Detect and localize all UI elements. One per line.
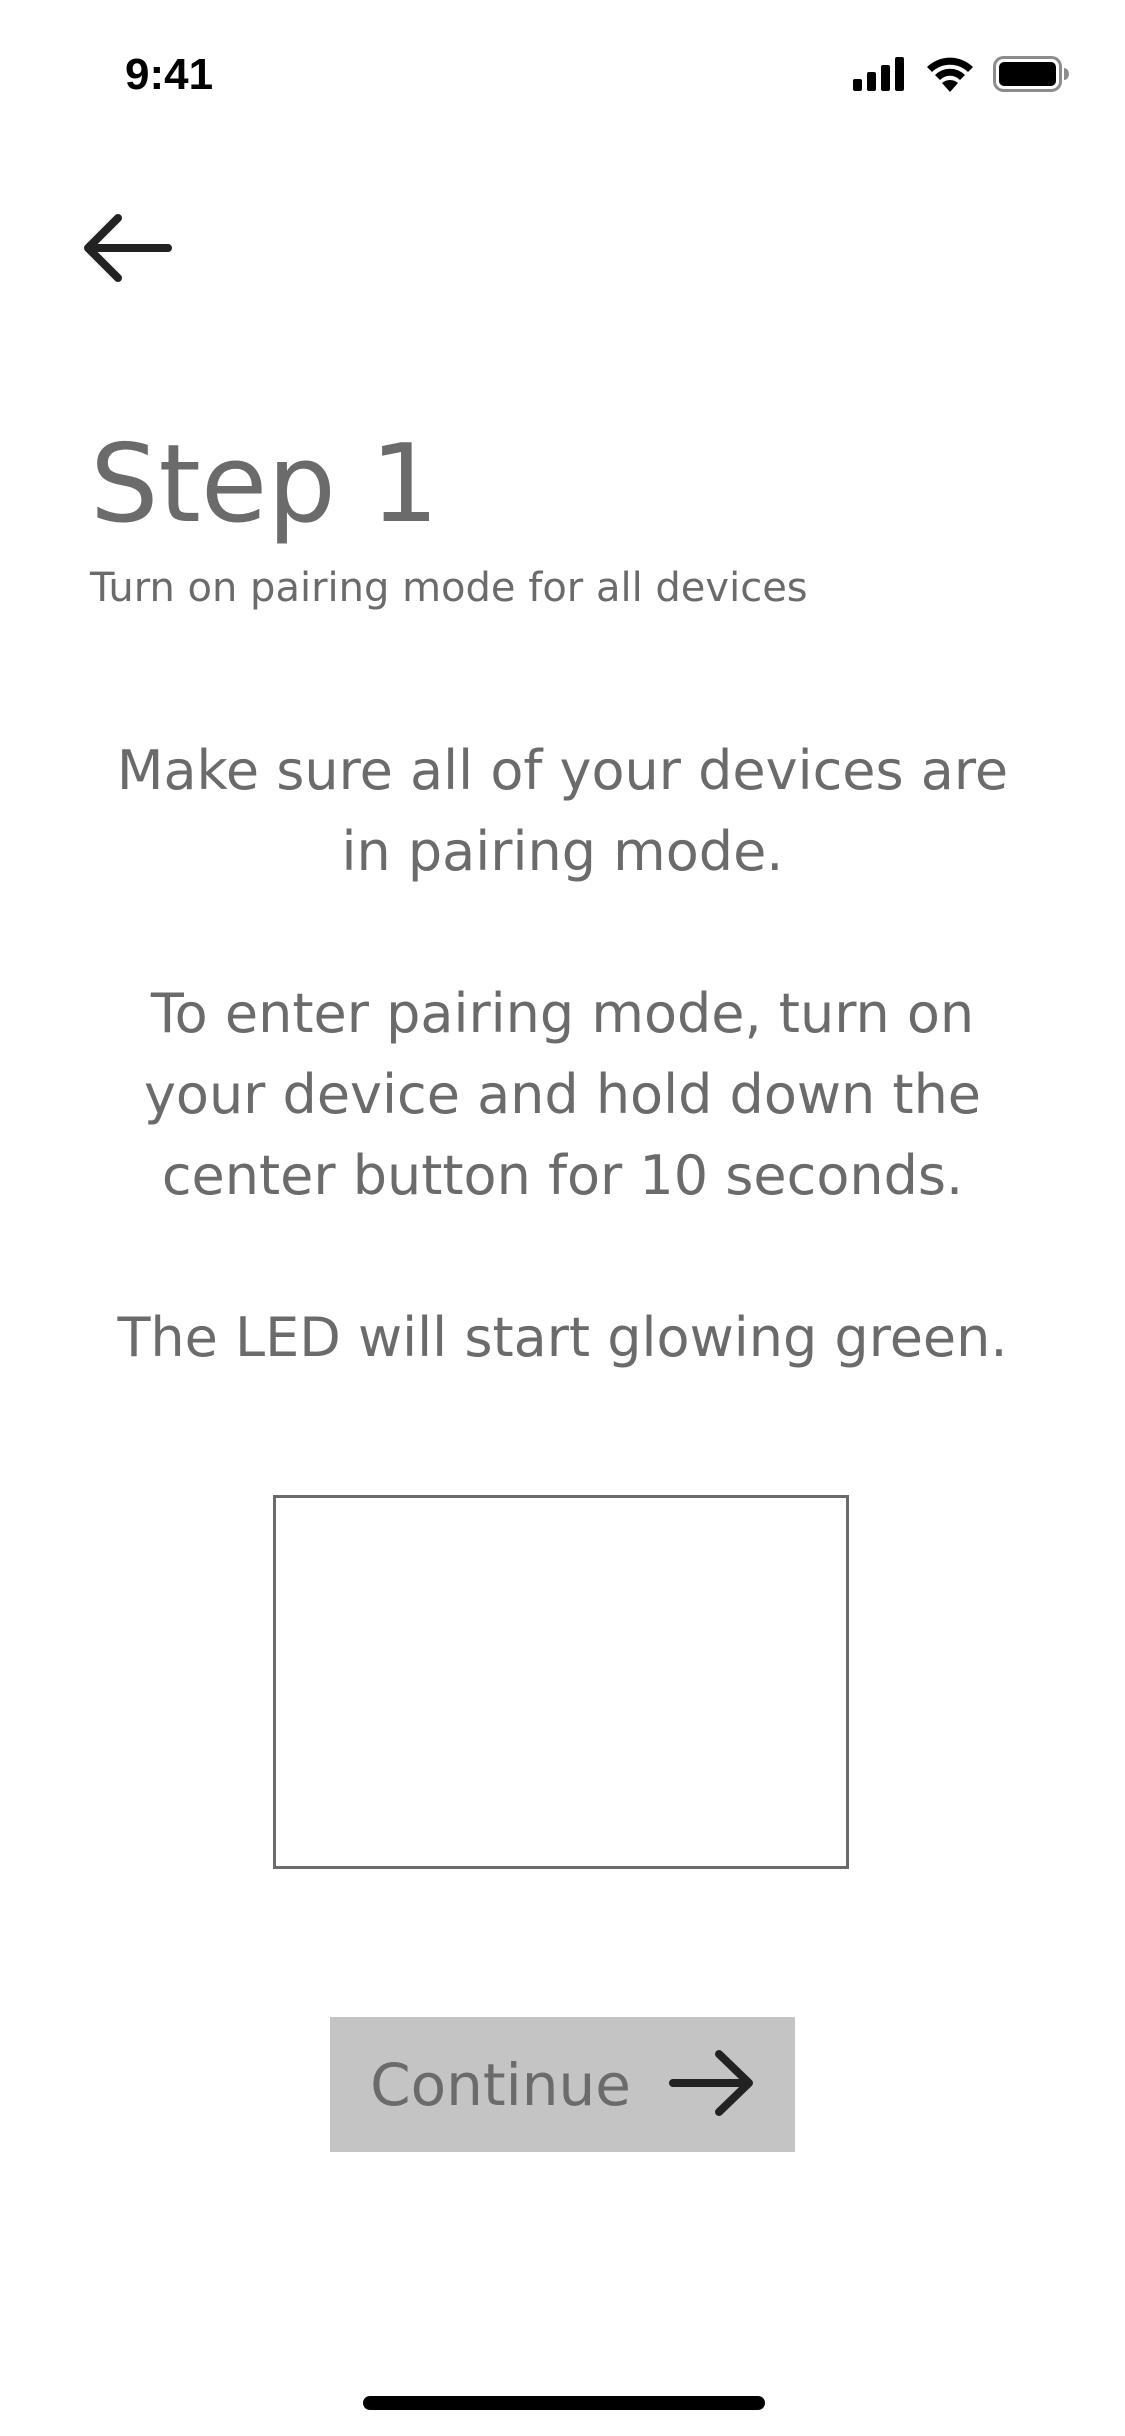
arrow-left-icon (82, 212, 172, 288)
status-bar: 9:41 (0, 0, 1125, 140)
wifi-icon (925, 56, 975, 96)
status-time: 9:41 (125, 50, 214, 99)
illustration-placeholder (273, 1495, 849, 1869)
arrow-right-icon (668, 2048, 755, 2121)
continue-label: Continue (370, 2050, 631, 2119)
status-icons (853, 56, 1069, 96)
page-subtitle: Turn on pairing mode for all devices (90, 565, 808, 611)
instructions: Make sure all of your devices are in pai… (100, 730, 1025, 1378)
instruction-paragraph: Make sure all of your devices are in pai… (116, 739, 1009, 883)
home-indicator[interactable] (363, 2396, 765, 2410)
instruction-paragraph: The LED will start glowing green. (117, 1306, 1008, 1369)
instruction-paragraph: To enter pairing mode, turn on your devi… (143, 982, 982, 1207)
battery-icon (993, 56, 1069, 96)
page-title: Step 1 (90, 422, 439, 547)
continue-button[interactable]: Continue (330, 2017, 795, 2152)
cellular-signal-icon (853, 57, 907, 95)
back-button[interactable] (82, 205, 182, 295)
